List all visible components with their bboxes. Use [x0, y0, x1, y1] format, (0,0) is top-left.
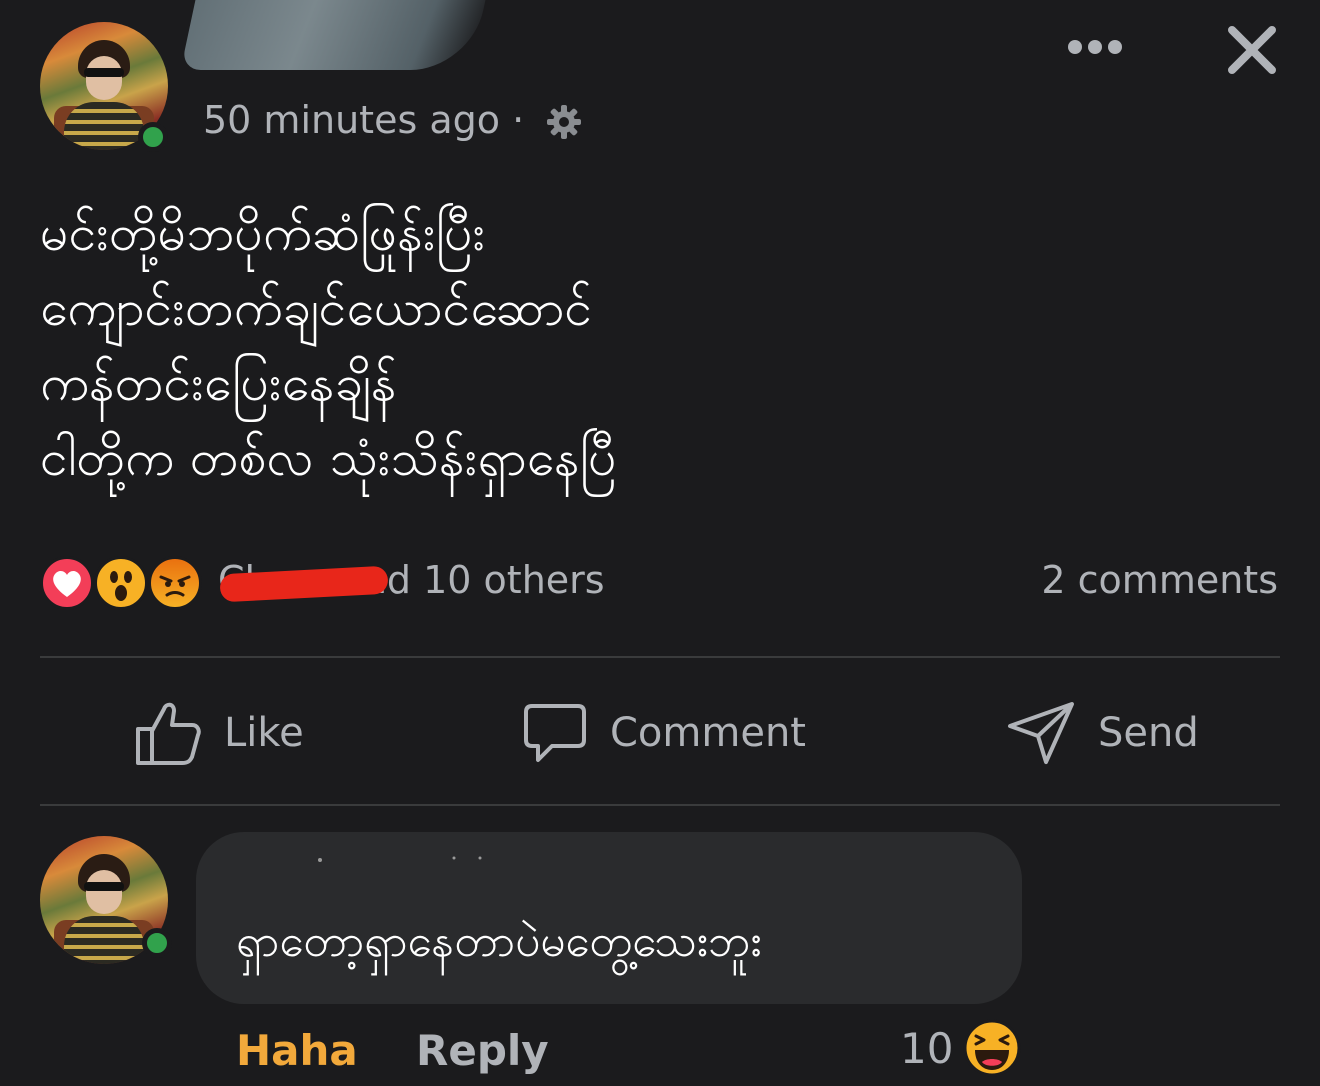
close-icon[interactable]	[1226, 24, 1278, 76]
post-text: မင်းတို့မိဘပိုက်ဆံဖြုန်းပြီး ကျောင်းတက်ခ…	[40, 196, 940, 496]
post-text-line: မင်းတို့မိဘပိုက်ဆံဖြုန်းပြီး	[40, 204, 486, 262]
send-label: Send	[1098, 710, 1199, 756]
haha-reaction-button[interactable]: Haha	[236, 1026, 358, 1075]
comment-reaction-count[interactable]: 10	[900, 1024, 953, 1073]
wow-icon	[94, 556, 148, 610]
comment-button[interactable]: Comment	[522, 690, 806, 776]
comment-count[interactable]: 2 comments	[1041, 558, 1278, 602]
haha-icon	[963, 1019, 1021, 1077]
comment-label: Comment	[610, 710, 806, 756]
comment-icon	[524, 704, 586, 762]
gear-icon	[547, 105, 581, 139]
post-text-line: ကျောင်းတက်ချင်ယောင်ဆောင်	[40, 279, 593, 337]
comment-text: ရှာတော့ရှာနေတာပဲမတွေ့သေးဘူး	[236, 916, 762, 967]
post-text-line: ကန်တင်းပြေးနေချိန်	[40, 354, 397, 412]
divider	[40, 804, 1280, 806]
love-icon	[40, 556, 94, 610]
send-button[interactable]: Send	[1006, 690, 1199, 776]
angry-icon	[148, 556, 202, 610]
like-button[interactable]: Like	[134, 690, 304, 776]
divider	[40, 656, 1280, 658]
redacted-commenter-name	[318, 856, 482, 862]
online-status-indicator	[142, 928, 172, 958]
online-status-indicator	[138, 122, 168, 152]
post-text-line: ငါတို့က တစ်လ သုံးသိန်းရှာနေပြီ	[40, 429, 617, 487]
redacted-author-name	[180, 0, 486, 70]
send-icon	[1008, 702, 1074, 764]
reply-button[interactable]: Reply	[416, 1026, 549, 1075]
thumbs-up-icon	[136, 702, 201, 765]
reaction-icons[interactable]	[40, 556, 210, 610]
post-timestamp[interactable]: 50 minutes ago ·	[203, 98, 524, 142]
more-options-icon[interactable]	[1066, 38, 1124, 56]
like-label: Like	[224, 710, 304, 756]
